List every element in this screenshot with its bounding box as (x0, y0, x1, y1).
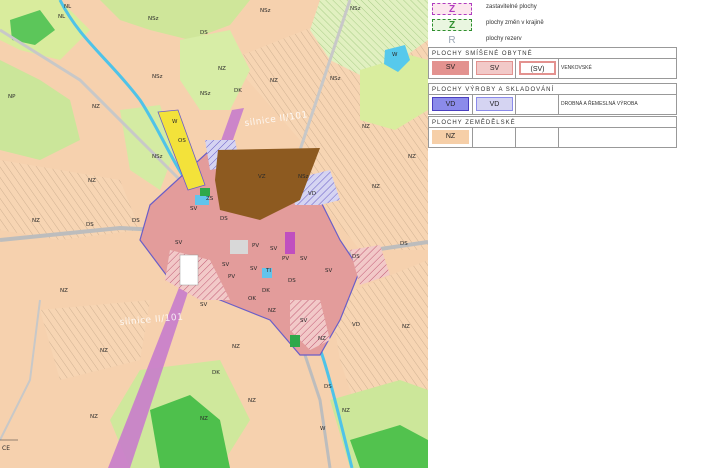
reserve-symbol: R (448, 35, 456, 46)
zone-label: DS (324, 384, 332, 390)
zone-label: VZ (258, 174, 266, 180)
zone-label: NZ (92, 104, 100, 110)
zone-label: DS (220, 216, 228, 222)
legend-text-zastavitelne: zastavitelné plochy (486, 4, 537, 10)
zone-label: NSz (298, 174, 309, 180)
zone-label: SV (200, 302, 207, 308)
zone-label: NZ (100, 348, 108, 354)
zone-label: SV (190, 206, 197, 212)
zone-label: NZ (218, 66, 226, 72)
zone-label: OS (178, 138, 186, 144)
zone-label: SV (250, 266, 257, 272)
zone-label: SV (300, 318, 307, 324)
zone-label: DS (132, 218, 140, 224)
zone-label: VD (308, 191, 316, 197)
zone-label: NSz (200, 91, 211, 97)
swatch-nz: NZ (432, 130, 469, 144)
land-use-map[interactable]: NSz NSz NSz NSz NSz NSz NSz NSz NZ NZ NZ NZ NZ NZ NZ NZ… (0, 0, 428, 468)
legend-text-rezervy: plochy rezerv (486, 36, 522, 42)
zone-label: TI (265, 268, 271, 274)
swatch-sv-existing: SV (432, 61, 469, 75)
zone-label: W (320, 426, 326, 432)
zone-label: DS (400, 241, 408, 247)
zone-label: NSz (148, 16, 159, 22)
map-legend: Z zastavitelné plochy Z plochy změn v kr… (428, 0, 719, 150)
zone-label: NZ (60, 288, 68, 294)
zone-label: W (172, 119, 178, 125)
edge-label: CE (2, 445, 10, 452)
public-space-1 (230, 240, 248, 254)
zone-label: DK (234, 88, 242, 94)
zone-label: VD (352, 322, 360, 328)
zone-label: DK (262, 288, 270, 294)
swatch-vd-existing: VD (432, 97, 469, 111)
zone-label: NZ (200, 416, 208, 422)
green-zone-1 (200, 188, 210, 196)
zone-label: PV (282, 256, 289, 262)
zone-label: NZ (408, 154, 416, 160)
zone-label: NZ (318, 336, 326, 342)
zone-label: NP (8, 94, 16, 100)
zone-label: NZ (90, 414, 98, 420)
zone-label: PV (252, 243, 259, 249)
zone-label: NZ (88, 178, 96, 184)
zone-label: ZS (206, 196, 214, 202)
legend-row-agricultural: NZ (428, 128, 677, 148)
zone-label: NZ (402, 324, 410, 330)
legend-item-zmeny: Z plochy změn v krajině (428, 18, 678, 32)
zone-label: DS (288, 278, 296, 284)
zone-label: NZ (232, 344, 240, 350)
zone-label: NSz (260, 8, 271, 14)
legend-row-production: VD VD DROBNÁ A ŘEMESLNÁ VÝROBA (428, 95, 677, 115)
zone-label: DS (200, 30, 208, 36)
legend-heading-mixed: PLOCHY SMÍŠENÉ OBYTNÉ (428, 47, 677, 59)
zone-label: NSz (152, 154, 163, 160)
zone-label: NZ (248, 398, 256, 404)
legend-desc-production: DROBNÁ A ŘEMESLNÁ VÝROBA (561, 101, 638, 107)
zone-label: NL (64, 4, 72, 10)
zone-label: SV (222, 262, 229, 268)
zone-label: NSz (152, 74, 163, 80)
zone-label: NSz (330, 76, 341, 82)
zone-label: SV (325, 268, 332, 274)
zone-label: PV (228, 274, 235, 280)
swatch-vd-proposed: VD (476, 97, 513, 111)
zone-label: SV (175, 240, 182, 246)
legend-item-zastavitelne: Z zastavitelné plochy (428, 2, 678, 16)
zone-label: SV (300, 256, 307, 262)
legend-row-mixed: SV SV (SV) VENKOVSKÉ (428, 59, 677, 79)
legend-heading-production: PLOCHY VÝROBY A SKLADOVÁNÍ (428, 83, 677, 95)
legend-text-zmeny: plochy změn v krajině (486, 20, 544, 26)
zone-label: DK (212, 370, 220, 376)
development-area-symbol: Z (432, 3, 472, 15)
swatch-sv-proposed: SV (476, 61, 513, 75)
sport-zone (179, 254, 199, 286)
zone-label: SV (270, 246, 277, 252)
zone-label: DS (86, 222, 94, 228)
zone-label: NZ (362, 124, 370, 130)
landscape-change-symbol: Z (432, 19, 472, 31)
public-space-2 (285, 232, 295, 254)
legend-item-rezervy: R plochy rezerv (428, 34, 678, 48)
zone-label: NZ (342, 408, 350, 414)
swatch-sv-reserve: (SV) (519, 61, 556, 75)
zone-label: NL (58, 14, 66, 20)
zone-label: NSz (350, 6, 361, 12)
zone-label: NZ (268, 308, 276, 314)
zone-label: OK (248, 296, 256, 302)
green-zone-2 (290, 335, 300, 347)
legend-desc-mixed: VENKOVSKÉ (561, 65, 592, 71)
legend-heading-agricultural: PLOCHY ZEMĚDĚLSKÉ (428, 116, 677, 128)
zone-label: DS (352, 254, 360, 260)
zone-label: NZ (372, 184, 380, 190)
zone-label: NZ (32, 218, 40, 224)
zone-label: W (392, 52, 398, 58)
zone-label: NZ (270, 78, 278, 84)
